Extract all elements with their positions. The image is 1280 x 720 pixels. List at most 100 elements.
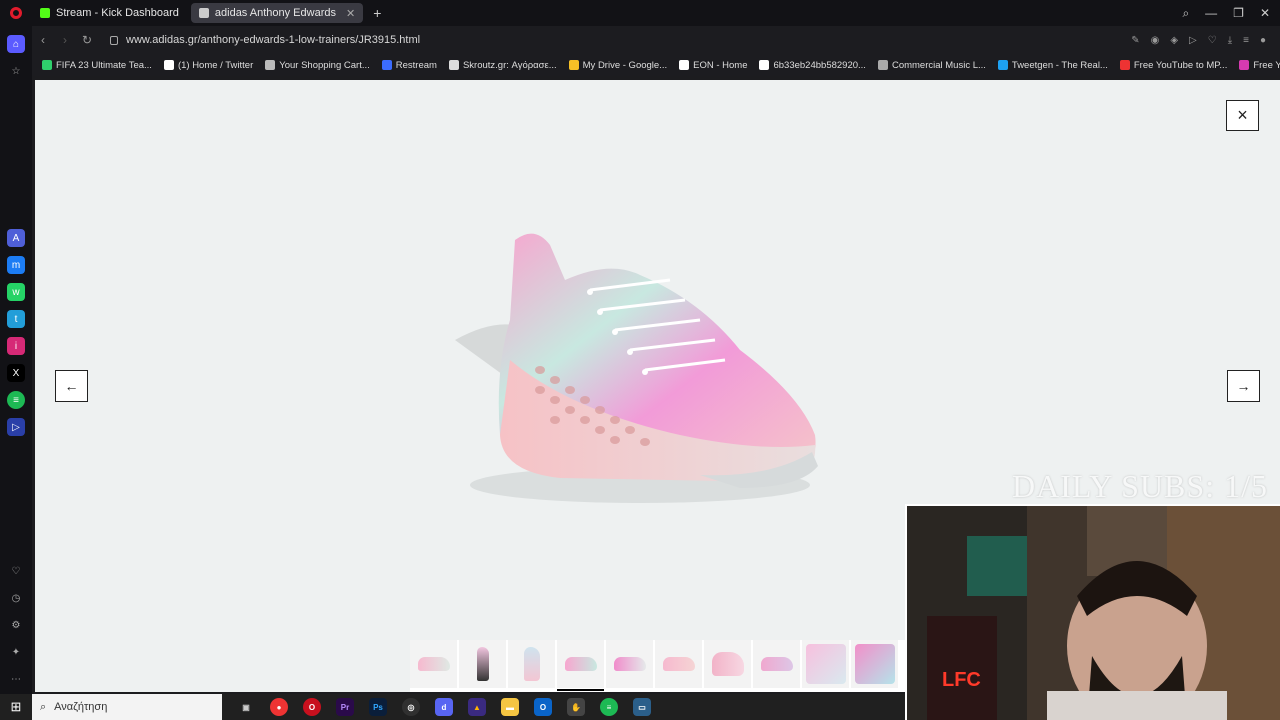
whatsapp-icon[interactable]: w: [7, 283, 25, 301]
edit-icon[interactable]: ✎: [1131, 35, 1139, 46]
bookmark-label: 6b33eb24bb582920...: [773, 59, 866, 71]
tab-adidas[interactable]: adidas Anthony Edwards ✕: [190, 3, 364, 23]
thumbnail[interactable]: [606, 640, 653, 688]
minimize-button[interactable]: —: [1205, 6, 1217, 20]
bookmark-favicon-icon: [265, 60, 276, 70]
bookmark-item[interactable]: My Drive - Google...: [568, 59, 668, 71]
tab-title: Stream - Kick Dashboard: [56, 7, 179, 19]
opera-icon[interactable]: O: [303, 698, 321, 716]
history-icon[interactable]: ◷: [7, 589, 25, 607]
bookmark-favicon-icon: [759, 60, 770, 70]
home-icon[interactable]: ⌂: [7, 35, 25, 53]
bookmark-label: My Drive - Google...: [582, 59, 668, 71]
bookmark-item[interactable]: Your Shopping Cart...: [265, 60, 370, 71]
bookmark-item[interactable]: Commercial Music L...: [877, 60, 986, 71]
thumbnail[interactable]: [753, 640, 800, 688]
bookmark-favicon-icon: [997, 60, 1008, 70]
messenger-icon[interactable]: m: [7, 256, 25, 274]
opera-logo-icon[interactable]: [0, 0, 32, 26]
bookmark-favicon-icon: [877, 60, 888, 70]
address-bar-tools: ✎ ◉ ◈ ▷ ♡ ⤓ ≡ ●: [1131, 35, 1266, 46]
bookmark-item[interactable]: Skroutz.gr: Αγόρασε...: [448, 60, 557, 71]
easy-setup-icon[interactable]: ≡: [1243, 35, 1249, 46]
reload-button[interactable]: ↻: [76, 33, 98, 47]
favorites-heart-icon[interactable]: ♡: [7, 562, 25, 580]
lock-icon: [110, 35, 118, 45]
spotify-taskbar-icon[interactable]: ≡: [600, 698, 618, 716]
aria-icon[interactable]: A: [7, 229, 25, 247]
url-field[interactable]: www.adidas.gr/anthony-edwards-1-low-trai…: [110, 34, 420, 46]
bookmark-label: Tweetgen - The Real...: [1011, 59, 1108, 71]
forward-button[interactable]: ›: [54, 33, 76, 47]
thumbnail[interactable]: [459, 640, 506, 688]
bookmark-item[interactable]: Restream: [381, 59, 437, 71]
x-twitter-icon[interactable]: X: [7, 364, 25, 382]
adidas-favicon-icon: [198, 8, 209, 18]
bookmark-item[interactable]: 6b33eb24bb582920...: [759, 59, 866, 71]
thumbnail[interactable]: [851, 640, 898, 688]
bookmark-item[interactable]: Free YouTube to MP...: [1119, 59, 1228, 71]
bookmark-label: Free YouTube to MP...: [1133, 59, 1228, 71]
bookmark-favicon-icon: [568, 60, 579, 70]
bookmark-item[interactable]: FIFA 23 Ultimate Tea...: [42, 60, 152, 71]
file-explorer-icon[interactable]: ▬: [501, 698, 519, 716]
close-viewer-button[interactable]: ×: [1226, 100, 1259, 131]
snapshot-camera-icon[interactable]: ◉: [1151, 35, 1160, 46]
app-icon[interactable]: ▲: [468, 698, 486, 716]
bookmark-item[interactable]: (1) Home / Twitter: [163, 60, 253, 71]
back-button[interactable]: ‹: [32, 33, 54, 47]
thumbnail[interactable]: [655, 640, 702, 688]
next-image-button[interactable]: →: [1227, 370, 1260, 402]
instagram-icon[interactable]: i: [7, 337, 25, 355]
speed-dial-icon[interactable]: ☆: [7, 62, 25, 80]
more-dots-icon[interactable]: ⋯: [7, 670, 25, 688]
restore-button[interactable]: ❐: [1233, 6, 1244, 20]
tab-close-icon[interactable]: ✕: [346, 7, 355, 20]
thumbnail[interactable]: [508, 640, 555, 688]
close-window-button[interactable]: ✕: [1260, 6, 1270, 20]
player-icon[interactable]: ▷: [7, 418, 25, 436]
photoshop-icon[interactable]: Ps: [369, 698, 387, 716]
windows-start-icon[interactable]: ⊞: [0, 699, 32, 715]
taskbar-search-field[interactable]: ⌕ Αναζήτηση: [32, 694, 222, 720]
bookmark-heart-icon[interactable]: ♡: [1208, 35, 1217, 46]
tab-kick-dashboard[interactable]: Stream - Kick Dashboard: [32, 3, 187, 23]
discord-icon[interactable]: d: [435, 698, 453, 716]
profile-icon[interactable]: ●: [1260, 35, 1266, 46]
daily-subs-overlay: DAILY SUBS: 1/5: [1012, 468, 1268, 504]
thumbnail-active[interactable]: [557, 640, 604, 691]
new-tab-button[interactable]: +: [367, 5, 387, 21]
bookmark-item[interactable]: Tweetgen - The Real...: [997, 59, 1108, 71]
tab-search-icon[interactable]: ⌕: [1182, 6, 1189, 21]
window-app-icon[interactable]: ▭: [633, 698, 651, 716]
bookmark-item[interactable]: Free YouTube to MP...: [1239, 60, 1280, 71]
bookmark-favicon-icon: [381, 60, 392, 70]
bookmark-label: EON - Home: [693, 59, 748, 71]
app-hand-icon[interactable]: ✋: [567, 698, 585, 716]
tab-title: adidas Anthony Edwards: [214, 7, 336, 19]
chrome-icon[interactable]: ●: [270, 698, 288, 716]
thumbnail[interactable]: [802, 640, 849, 688]
outlook-icon[interactable]: O: [534, 698, 552, 716]
webcam-feed-image: LFC: [905, 504, 1280, 720]
tips-bulb-icon[interactable]: ✦: [7, 643, 25, 661]
premiere-icon[interactable]: Pr: [336, 698, 354, 716]
telegram-icon[interactable]: t: [7, 310, 25, 328]
window-controls: ⌕ — ❐ ✕: [1182, 0, 1280, 26]
vpn-shield-icon[interactable]: ◈: [1170, 35, 1178, 46]
obs-icon[interactable]: ◎: [402, 698, 420, 716]
bookmark-item[interactable]: EON - Home: [679, 60, 747, 71]
previous-image-button[interactable]: ←: [55, 370, 88, 402]
thumbnail[interactable]: [410, 640, 457, 688]
bookmarks-bar: FIFA 23 Ultimate Tea... (1) Home / Twitte…: [32, 54, 1280, 76]
svg-text:LFC: LFC: [942, 669, 981, 691]
task-view-icon[interactable]: ▣: [237, 698, 255, 716]
player-play-icon[interactable]: ▷: [1189, 35, 1197, 46]
settings-gear-icon[interactable]: ⚙: [7, 616, 25, 634]
download-icon[interactable]: ⤓: [1228, 35, 1232, 46]
spotify-icon[interactable]: ≡: [7, 391, 25, 409]
bookmark-label: Restream: [395, 59, 437, 71]
thumbnail[interactable]: [704, 640, 751, 688]
browser-sidebar: ⌂ ☆ A m w t i X ≡ ▷ ♡ ◷ ⚙ ✦ ⋯: [0, 26, 32, 694]
address-bar: ‹ › ↻ www.adidas.gr/anthony-edwards-1-lo…: [32, 26, 1280, 54]
